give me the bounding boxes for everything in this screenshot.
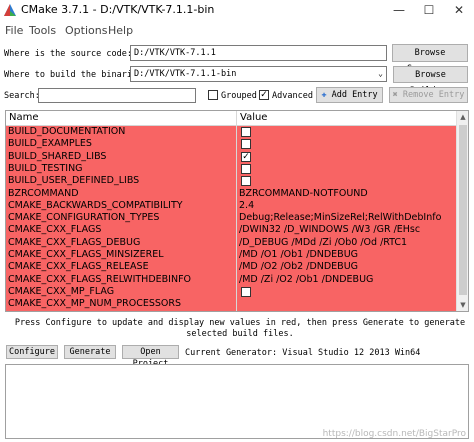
table-row[interactable]: CMAKE_CXX_FLAGS_MINSIZEREL/MD /O1 /Ob1 /… — [6, 249, 456, 261]
grouped-checkbox[interactable] — [208, 90, 218, 100]
value-checkbox[interactable] — [241, 139, 251, 150]
grouped-label: Grouped — [221, 91, 257, 101]
open-project-button[interactable]: Open Project — [122, 345, 179, 369]
scroll-down-icon[interactable]: ▼ — [457, 299, 468, 311]
menu-bar: File Tools Options Help — [0, 20, 474, 40]
cache-entry-value[interactable]: Debug;Release;MinSizeRel;RelWithDebInfo — [239, 212, 441, 224]
scroll-up-icon[interactable]: ▲ — [457, 111, 468, 123]
column-header-value[interactable]: Value — [240, 112, 267, 123]
table-row[interactable]: CMAKE_CONFIGURATION_TYPES Debug;Release;M… — [6, 212, 456, 224]
cache-entry-name: BUILD_USER_DEFINED_LIBS — [8, 175, 140, 187]
cache-entry-name: CMAKE_BACKWARDS_COMPATIBILITY — [8, 199, 183, 211]
cache-entry-value[interactable]: /MD /O2 /Ob2 /DNDEBUG — [239, 261, 358, 273]
cache-entry-name: BUILD_DOCUMENTATION — [8, 126, 126, 137]
source-label: Where is the source code: — [4, 49, 132, 59]
minimize-button[interactable]: — — [384, 0, 414, 20]
menu-file[interactable]: File — [5, 24, 23, 37]
browse-source-button[interactable]: Browse Source... — [392, 44, 468, 74]
maximize-button[interactable]: ☐ — [414, 0, 444, 20]
generate-button[interactable]: Generate — [64, 345, 116, 359]
value-checkbox[interactable] — [241, 127, 251, 137]
table-row[interactable]: BZRCOMMAND BZRCOMMAND-NOTFOUND — [6, 188, 456, 200]
remove-entry-label: Remove Entry — [402, 90, 465, 100]
table-row[interactable]: BUILD_DOCUMENTATION — [6, 126, 456, 138]
advanced-checkbox[interactable]: ✓ — [259, 90, 269, 100]
cache-entry-value[interactable]: /D_DEBUG /MDd /Zi /Ob0 /Od /RTC1 — [239, 237, 407, 249]
cache-entry-value[interactable]: 2.4 — [239, 200, 254, 212]
cache-entry-name: CMAKE_CXX_FLAGS — [8, 224, 102, 236]
cache-entry-name: CMAKE_CXX_FLAGS_DEBUG — [8, 236, 141, 248]
build-path-combobox[interactable]: D:/VTK/VTK-7.1.1-bin ⌄ — [130, 66, 387, 82]
table-row[interactable]: CMAKE_CXX_FLAGS_DEBUG/D_DEBUG /MDd /Zi /… — [6, 237, 456, 249]
remove-entry-button[interactable]: ✖ Remove Entry — [389, 87, 468, 103]
table-row[interactable]: BUILD_SHARED_LIBS ✓ — [6, 151, 456, 163]
cache-entry-name: BZRCOMMAND — [8, 187, 79, 199]
column-header-name[interactable]: Name — [9, 112, 39, 123]
cache-entry-value[interactable]: /MD /O1 /Ob1 /DNDEBUG — [239, 249, 358, 261]
table-row[interactable]: CMAKE_CXX_FLAGS_RELEASE/MD /O2 /Ob2 /DND… — [6, 261, 456, 273]
build-label: Where to build the binaries: — [4, 70, 148, 80]
table-body: BUILD_DOCUMENTATION BUILD_EXAMPLES BUILD_S… — [6, 126, 456, 311]
cache-entry-name: CMAKE_CXX_FLAGS_RELEASE — [8, 261, 149, 273]
scrollbar-thumb[interactable] — [459, 125, 467, 295]
value-checkbox[interactable] — [241, 286, 251, 297]
window-title: CMake 3.7.1 - D:/VTK/VTK-7.1.1-bin — [21, 3, 215, 16]
cache-entry-name: BUILD_TESTING — [8, 162, 83, 174]
table-row[interactable]: BUILD_USER_DEFINED_LIBS — [6, 175, 456, 187]
output-log[interactable] — [5, 364, 469, 439]
cache-entry-value[interactable]: BZRCOMMAND-NOTFOUND — [239, 188, 368, 200]
cache-entry-name: BUILD_EXAMPLES — [8, 138, 92, 150]
source-path-input[interactable]: D:/VTK/VTK-7.1.1 — [130, 45, 387, 61]
build-path-value: D:/VTK/VTK-7.1.1-bin — [134, 69, 237, 79]
cache-entry-name: CMAKE_CXX_MP_NUM_PROCESSORS — [8, 298, 182, 310]
value-checkbox[interactable] — [241, 163, 251, 174]
vertical-scrollbar[interactable]: ▲ ▼ — [456, 111, 468, 311]
current-generator-label: Current Generator: Visual Studio 12 2013… — [185, 348, 421, 358]
menu-tools[interactable]: Tools — [29, 24, 56, 37]
advanced-label: Advanced — [272, 91, 313, 101]
cache-entry-name: CMAKE_CXX_FLAGS_MINSIZEREL — [8, 249, 164, 260]
chevron-down-icon[interactable]: ⌄ — [378, 67, 383, 81]
add-entry-label: Add Entry — [331, 90, 378, 100]
table-row[interactable]: BUILD_TESTING — [6, 163, 456, 175]
cache-entry-value[interactable]: /MD /Zi /O2 /Ob1 /DNDEBUG — [239, 274, 373, 286]
cache-entry-name: CMAKE_CXX_FLAGS_RELWITHDEBINFO — [8, 273, 192, 285]
cache-entry-name: CMAKE_CXX_MP_FLAG — [8, 285, 115, 297]
table-row[interactable]: CMAKE_CXX_FLAGS_RELWITHDEBINFO/MD /Zi /O… — [6, 274, 456, 286]
table-row[interactable]: BUILD_EXAMPLES — [6, 138, 456, 150]
column-divider — [236, 111, 237, 311]
close-button[interactable]: ✕ — [444, 0, 474, 20]
cache-entry-value[interactable]: /DWIN32 /D_WINDOWS /W3 /GR /EHsc — [239, 224, 420, 236]
cache-entry-name: BUILD_SHARED_LIBS — [8, 150, 107, 162]
value-checkbox[interactable]: ✓ — [241, 151, 251, 162]
cmake-logo-icon — [4, 4, 16, 16]
cache-table: Name Value BUILD_DOCUMENTATION BUILD_EXAM… — [5, 110, 469, 312]
table-header: Name Value — [6, 111, 456, 126]
title-bar: CMake 3.7.1 - D:/VTK/VTK-7.1.1-bin — ☐ ✕ — [0, 0, 474, 20]
add-entry-button[interactable]: ✚ Add Entry — [316, 87, 383, 103]
menu-options[interactable]: Options — [65, 24, 107, 37]
remove-icon: ✖ — [392, 90, 398, 100]
table-row[interactable]: CMAKE_BACKWARDS_COMPATIBILITY 2.4 — [6, 200, 456, 212]
cache-entry-name: CMAKE_CONFIGURATION_TYPES — [8, 212, 160, 224]
configure-button[interactable]: Configure — [6, 345, 58, 359]
table-row[interactable]: CMAKE_CXX_MP_FLAG — [6, 286, 456, 298]
menu-help[interactable]: Help — [108, 24, 133, 37]
status-message: Press Configure to update and display ne… — [14, 318, 466, 339]
search-input[interactable] — [38, 88, 196, 103]
plus-icon: ✚ — [321, 90, 327, 100]
browse-build-button[interactable]: Browse Build... — [393, 66, 468, 96]
value-checkbox[interactable] — [241, 176, 251, 187]
table-row[interactable]: CMAKE_CXX_MP_NUM_PROCESSORS — [6, 298, 456, 310]
watermark: https://blog.csdn.net/BigStarPro — [322, 429, 466, 439]
table-row[interactable]: CMAKE_CXX_FLAGS/DWIN32 /D_WINDOWS /W3 /G… — [6, 224, 456, 236]
search-label: Search: — [4, 91, 40, 101]
